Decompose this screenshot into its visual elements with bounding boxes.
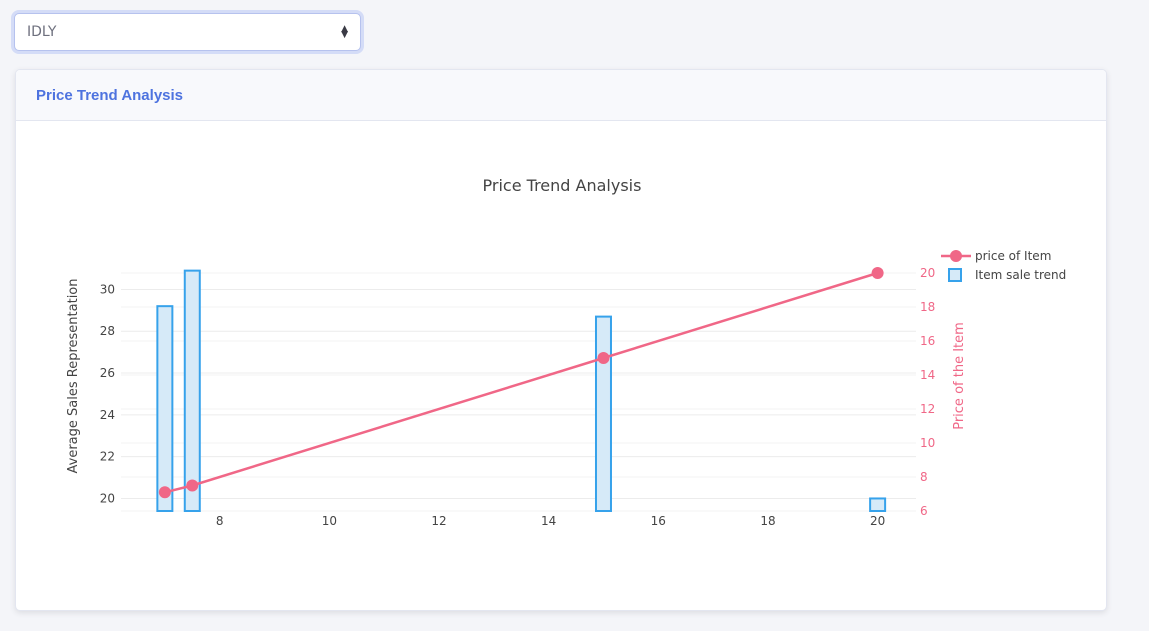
- x-tick-label: 14: [541, 514, 556, 528]
- x-tick-label: 18: [760, 514, 775, 528]
- x-axis-ticks: 8 10 12 14 16 18 20: [216, 514, 885, 528]
- y-axis-ticks: 20 22 24 26 28 30: [100, 282, 115, 505]
- x-tick-label: 20: [870, 514, 885, 528]
- y2-tick-label: 10: [920, 436, 935, 450]
- line-point: [597, 352, 610, 364]
- bar: [594, 315, 612, 512]
- item-select-value: IDLY: [27, 24, 57, 40]
- x-tick-label: 12: [431, 514, 446, 528]
- line-point: [158, 486, 171, 499]
- y-tick-label: 30: [100, 282, 115, 296]
- y2-axis-label: Price of the Item: [952, 322, 967, 430]
- legend: price of Item Item sale trend: [941, 249, 1066, 282]
- x-tick-label: 8: [216, 514, 224, 528]
- price-trend-chart: 8 10 12 14 16 18 20 20 22 24 26 28 30 6 8 10 12 14 16 18 2…: [66, 176, 1066, 528]
- legend-bar-label: Item sale trend: [975, 268, 1066, 282]
- line-point: [871, 267, 884, 279]
- legend-line-label: price of Item: [975, 249, 1051, 263]
- y-axis-label: Average Sales Representation: [66, 279, 81, 474]
- bar: [869, 497, 887, 512]
- y-tick-label: 26: [100, 366, 115, 380]
- y-tick-label: 20: [100, 491, 115, 505]
- card-title: Price Trend Analysis: [16, 70, 1106, 121]
- line-point: [186, 479, 199, 492]
- y2-tick-label: 6: [920, 504, 928, 518]
- grid-lines: [121, 272, 916, 512]
- legend-line-marker: [950, 250, 962, 262]
- y-tick-label: 22: [100, 450, 115, 464]
- chart-card: Price Trend Analysis 8 10 12 14 16 18 20 20 22 2…: [15, 69, 1107, 611]
- y2-tick-label: 18: [920, 300, 935, 314]
- select-arrows-icon: ▲ ▼: [341, 24, 348, 40]
- y2-tick-label: 20: [920, 266, 935, 280]
- bar: [156, 305, 174, 512]
- x-tick-label: 10: [322, 514, 337, 528]
- y2-tick-label: 8: [920, 470, 928, 484]
- y2-tick-label: 16: [920, 334, 935, 348]
- legend-bar-swatch: [948, 268, 962, 282]
- bar: [183, 269, 201, 512]
- y2-tick-label: 12: [920, 402, 935, 416]
- x-tick-label: 16: [651, 514, 666, 528]
- y2-tick-label: 14: [920, 368, 935, 382]
- line-path: [164, 271, 878, 494]
- y-tick-label: 28: [100, 324, 115, 338]
- y2-axis-ticks: 6 8 10 12 14 16 18 20: [920, 266, 935, 518]
- item-select[interactable]: IDLY ▲ ▼: [14, 13, 361, 51]
- chart-title: Price Trend Analysis: [483, 176, 642, 195]
- y-tick-label: 24: [100, 408, 115, 422]
- line-series: [158, 267, 884, 499]
